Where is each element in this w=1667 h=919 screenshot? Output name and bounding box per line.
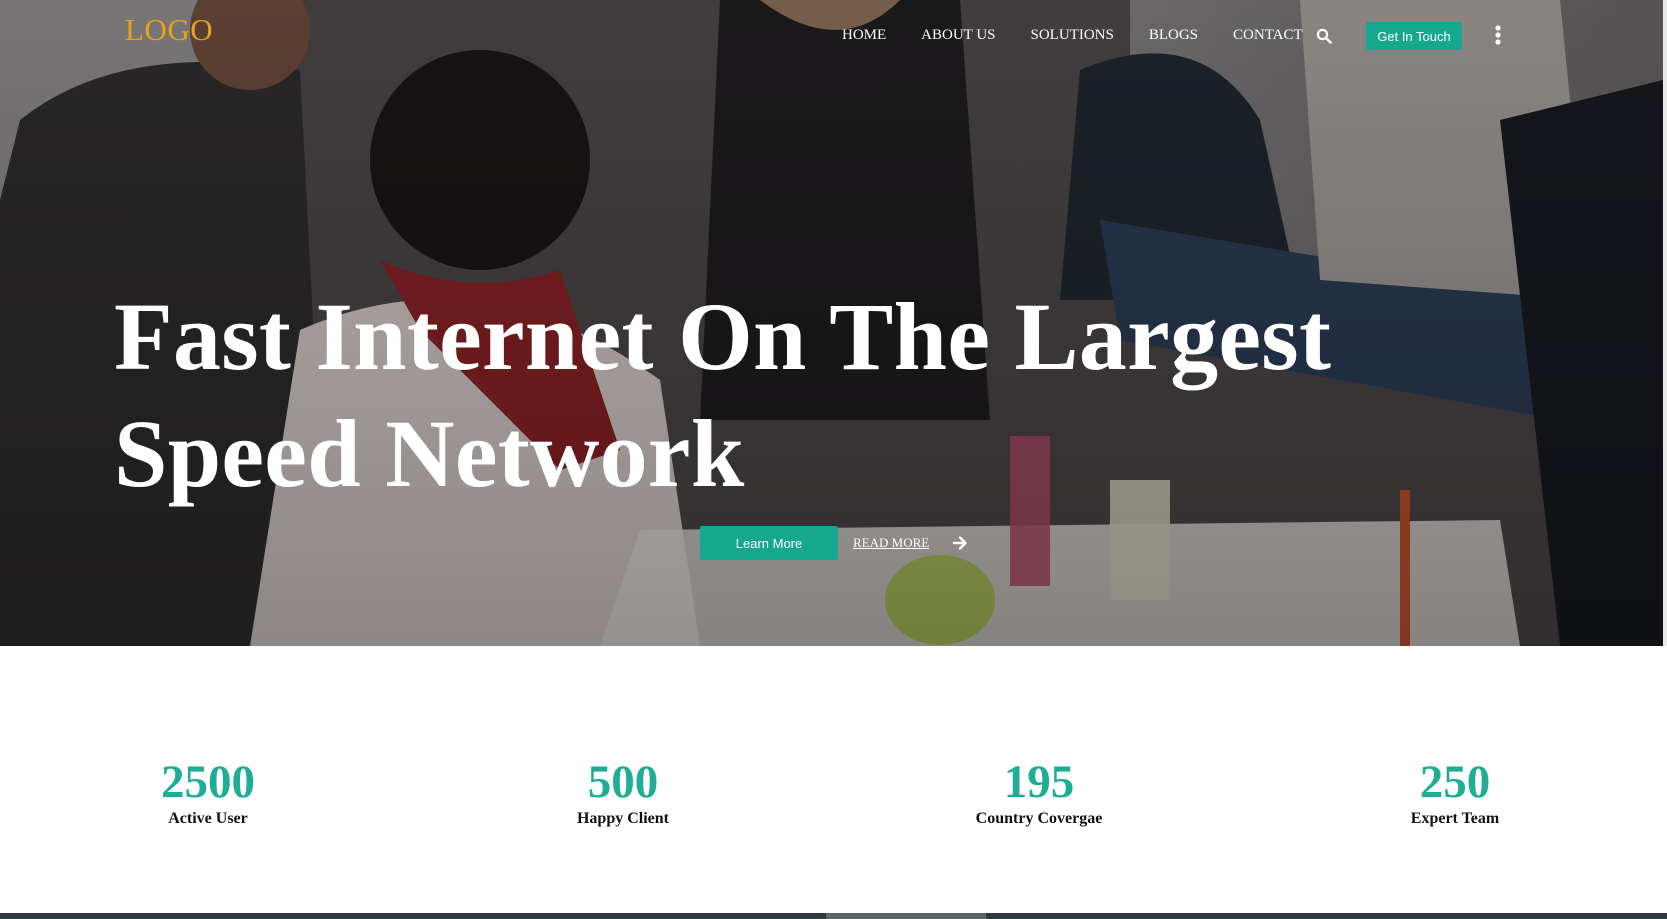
stat-country-coverage: 195 Country Covergae <box>909 758 1169 828</box>
nav-item-home[interactable]: HOME <box>842 27 886 44</box>
read-more-link[interactable]: READ MORE <box>853 534 969 552</box>
arrow-right-icon <box>953 536 967 550</box>
landing-page: LOGO HOME ABOUT US SOLUTIONS BLOGS CONTA… <box>0 0 1667 919</box>
learn-more-button[interactable]: Learn More <box>700 526 838 560</box>
logo[interactable]: LOGO <box>125 12 213 48</box>
stat-expert-team: 250 Expert Team <box>1325 758 1585 828</box>
stat-value: 500 <box>587 756 659 808</box>
stat-label: Happy Client <box>576 810 669 827</box>
stat-value: 250 <box>1419 756 1491 808</box>
stat-value: 195 <box>1003 756 1075 808</box>
main-navigation: HOME ABOUT US SOLUTIONS BLOGS CONTACT <box>842 27 1338 44</box>
nav-item-solutions[interactable]: SOLUTIONS <box>1031 27 1114 44</box>
next-section-edge <box>0 913 1667 919</box>
stat-label: Expert Team <box>1410 810 1500 827</box>
stat-label: Active User <box>168 810 248 827</box>
stat-value: 2500 <box>161 756 255 808</box>
read-more-label: READ MORE <box>853 535 930 550</box>
horizontal-scroll-thumb[interactable] <box>826 913 986 919</box>
stat-active-user: 2500 Active User <box>78 758 338 828</box>
page-scrollbar-track[interactable] <box>1663 0 1667 646</box>
nav-item-about-us[interactable]: ABOUT US <box>921 27 995 44</box>
stats-section: 2500 Active User 500 Happy Client 195 Co… <box>0 646 1667 913</box>
nav-item-blogs[interactable]: BLOGS <box>1149 27 1198 44</box>
get-in-touch-button[interactable]: Get In Touch <box>1366 22 1462 50</box>
hero-headline: Fast Internet On The Largest Speed Netwo… <box>114 278 1594 512</box>
stat-happy-client: 500 Happy Client <box>493 758 753 828</box>
hero-headline-line-2: Speed Network <box>114 400 745 507</box>
nav-item-contact[interactable]: CONTACT <box>1233 27 1303 44</box>
vertical-dots-icon[interactable] <box>1493 24 1503 46</box>
hero-headline-line-1: Fast Internet On The Largest <box>114 283 1332 390</box>
stat-label: Country Covergae <box>975 810 1103 827</box>
search-icon[interactable] <box>1316 28 1332 44</box>
